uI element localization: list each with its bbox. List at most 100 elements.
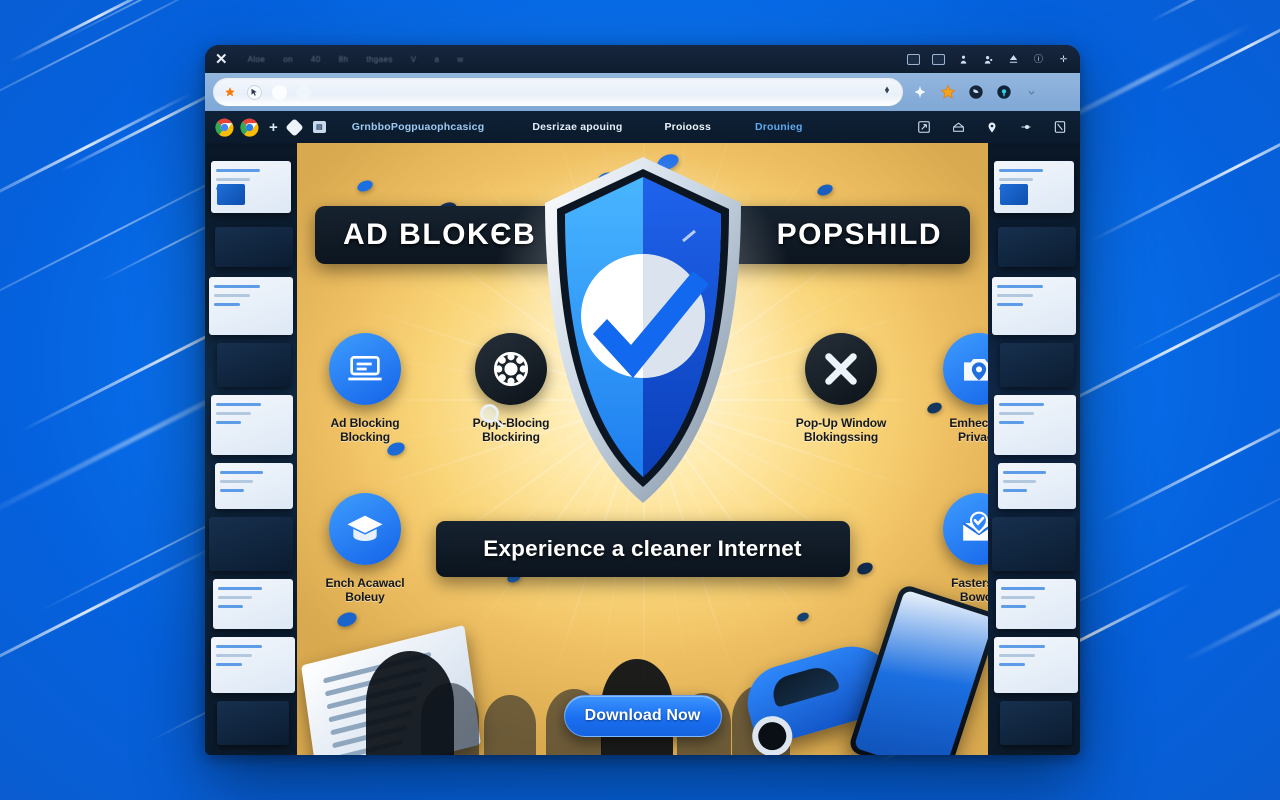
feature-label: Ad Blocking Blocking [330,416,400,444]
ui-card [217,701,289,745]
bookmark-item-0[interactable]: GrnbboPogpuaophcasicg [352,121,485,133]
left-ui-collage [205,143,297,755]
cursor-badge-icon[interactable] [247,84,262,100]
ui-card [1000,343,1074,387]
diamond-icon[interactable] [294,82,313,102]
right-ui-collage [988,143,1080,755]
feature-ad-blocking[interactable]: Ad Blocking Blocking [319,333,411,445]
window-minimize-icon[interactable] [932,53,945,65]
add-icon[interactable]: ✛ [1057,54,1070,65]
titlebar-menu-item-3[interactable]: 8h [339,55,349,64]
star-orange-icon[interactable] [223,85,237,99]
ui-card [994,395,1076,455]
person-icon[interactable] [957,54,970,65]
graduation-cap-icon [329,493,401,565]
info-icon[interactable]: ⓘ [1032,54,1045,65]
speed-streak [0,92,193,213]
titlebar-controls: ⓘ ✛ [907,53,1070,65]
close-x-icon[interactable]: ✕ [215,52,228,67]
ui-card [998,463,1076,509]
profile-avatar-icon[interactable] [995,84,1012,101]
expand-icon[interactable] [916,120,932,135]
feature-label: Pop-Up Window Blokingssing [795,416,887,444]
bookmark-outline-icon[interactable] [881,85,893,99]
speed-streak [0,544,216,693]
window-restore-icon[interactable] [907,53,920,65]
ui-card [215,463,293,509]
image-icon[interactable]: ▤ [312,121,326,133]
diamond-icon[interactable] [285,117,304,137]
new-tab-button[interactable]: + [269,120,278,135]
ui-card [211,161,291,213]
inbox-icon[interactable] [950,120,966,135]
titlebar-menu-item-2[interactable]: 40 [311,55,321,64]
feature-enhanced-privacy[interactable]: EmheccedPrivacy [933,333,988,445]
speed-streak [59,0,239,42]
download-now-label: Download Now [584,707,701,724]
star-icon[interactable] [939,84,956,101]
ui-card [998,227,1076,267]
location-pin-icon[interactable] [984,120,1000,135]
address-bar-row [205,73,1080,111]
bookmark-item-2[interactable]: Proiooss [664,121,711,133]
slider-icon[interactable] [1018,120,1034,135]
circle-icon[interactable] [272,84,287,100]
ui-card [209,517,293,571]
profile-icon[interactable] [982,54,995,65]
ui-card [211,637,295,693]
tagline-banner: Experience a cleaner Internet [435,521,850,577]
chevron-down-icon[interactable] [1023,84,1040,101]
speed-streak [1149,0,1280,23]
speed-streak [0,0,226,122]
browser-window: ✕ Aloe on 40 8h thgaes Va w ⓘ ✛ + ▤ Grnb… [205,45,1080,755]
upload-icon[interactable] [1007,54,1020,65]
shield-check-icon [477,143,808,521]
download-now-button[interactable]: Download Now [563,695,722,737]
bottom-scene: Download Now [297,575,988,755]
bookmark-item-1[interactable]: Desrizae apouing [532,121,622,133]
titlebar-menu-item-5[interactable]: V [411,55,417,64]
omnibox-actions [911,84,1046,101]
ui-card [1000,701,1072,745]
omnibox[interactable] [213,78,903,106]
bookmark-item-3[interactable]: Drounieg [755,121,803,133]
titlebar-menu-item-7[interactable]: w [457,55,463,64]
camera-shield-icon [943,333,988,405]
crowd-silhouette [483,695,536,755]
bookmarks-bar-actions [916,120,1070,135]
laptop-block-icon [329,333,401,405]
speed-streak [1129,250,1280,352]
mail-shield-icon [943,493,988,565]
extension-icon[interactable] [967,84,984,101]
ui-card [213,579,293,629]
feature-label: EmheccedPrivacy [949,416,988,444]
cross-block-icon [805,333,877,405]
bookmark-off-icon[interactable] [1052,120,1068,135]
titlebar-menu-item-6[interactable]: a [434,55,439,64]
titlebar-menu-item-1[interactable]: on [283,55,293,64]
ui-card [996,579,1076,629]
ui-card [992,277,1076,335]
page-viewport: AD BLOKЄB POPSHILD Experience a cleaner … [205,143,1080,755]
speed-streak [9,0,172,63]
speed-streak [1099,402,1280,523]
hero-area: AD BLOKЄB POPSHILD Experience a cleaner … [297,143,988,755]
ui-card [994,637,1078,693]
ui-card [217,343,291,387]
feature-popup-window[interactable]: Pop-Up Window Blokingssing [795,333,887,445]
crowd-silhouette-front [366,651,455,755]
titlebar-menu-item-4[interactable]: thgaes [366,55,392,64]
ui-card [211,395,293,455]
bookmarks-bar: + ▤ GrnbboPogpuaophcasicg Desrizae apoui… [205,111,1080,143]
titlebar-menu-item-0[interactable]: Aloe [248,55,266,64]
ui-card [215,227,293,267]
confetti-dot [815,182,835,198]
sparkle-icon[interactable] [911,84,928,101]
cursor-magnifier-icon [477,401,507,431]
speed-streak [1159,8,1280,93]
tagline-text: Experience a cleaner Internet [483,536,802,561]
chrome-logo-icon[interactable] [240,118,259,137]
speed-streak [1089,103,1280,243]
ui-card [209,277,293,335]
chrome-logo-icon[interactable] [215,118,234,137]
